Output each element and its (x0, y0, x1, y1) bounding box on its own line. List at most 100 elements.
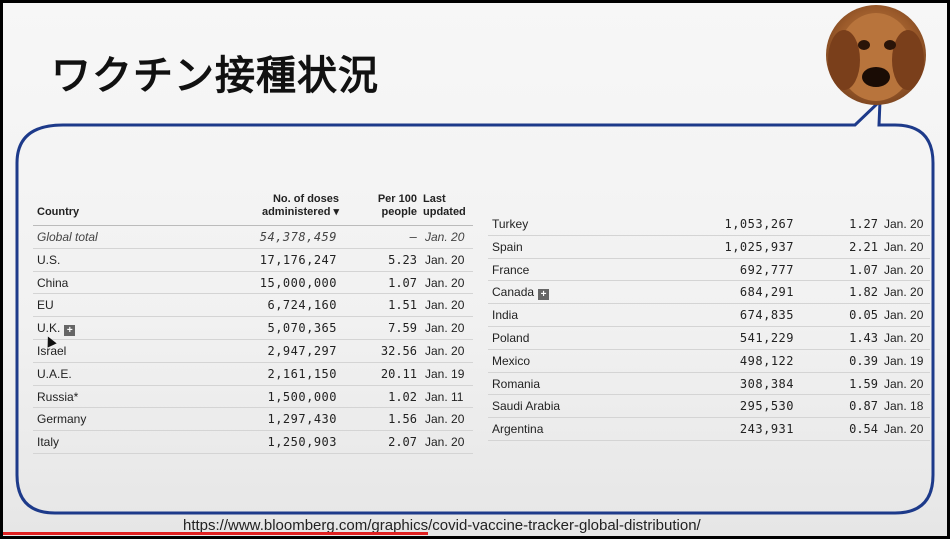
cell-per-100: 32.56 (380, 343, 417, 358)
cell-per-100: 2.21 (849, 239, 878, 254)
cell-last-updated: Jan. 20 (884, 217, 924, 231)
cell-doses: 17,176,247 (259, 252, 337, 267)
cell-country: Poland (492, 331, 529, 345)
cell-doses: 1,297,430 (267, 412, 337, 427)
video-progress-bar[interactable] (3, 532, 428, 535)
vaccine-table-right: Turkey 1,053,267 1.27 Jan. 20 Spain 1,025,937… (488, 213, 930, 441)
header-doses-line2: administered ▾ (261, 206, 339, 218)
cell-per-100: 1.59 (849, 376, 878, 391)
cell-country: U.A.E. (37, 367, 72, 381)
cell-last-updated: Jan. 11 (425, 389, 464, 404)
table-row: Turkey 1,053,267 1.27 Jan. 20 (488, 213, 930, 236)
table-body-left: Global total 54,378,459– Jan. 20 U.S. 17,176… (33, 226, 473, 454)
cell-country-text: Russia* (37, 389, 79, 404)
cell-country: U.S. (37, 253, 60, 267)
cell-doses: 1,500,000 (267, 389, 337, 404)
cell-doses: 674,835 (739, 308, 794, 323)
cell-per-100: 1.07 (388, 275, 417, 290)
table-row: China 15,000,000 1.07 Jan. 20 (33, 272, 473, 295)
cell-per-100: 1.51 (388, 298, 417, 313)
cell-doses: 2,161,150 (267, 366, 337, 381)
header-per-line1: Per 100 (377, 193, 417, 205)
header-per-line2: people (381, 206, 417, 218)
cell-per-100: 2.07 (388, 435, 417, 450)
cell-per-100: 20.11 (380, 366, 417, 381)
cell-last-updated: Jan. 20 (425, 321, 465, 336)
header-per-100[interactable]: Per 100 people (378, 193, 417, 219)
header-last-updated[interactable]: Last updated (423, 193, 473, 219)
cell-country: China (37, 276, 68, 290)
cell-country: Romania (492, 377, 540, 391)
cell-last-updated: Jan. 20 (425, 230, 465, 244)
cell-per-100: 0.87 (849, 399, 878, 414)
cell-last-updated: Jan. 20 (884, 376, 924, 391)
cell-country-text: Argentina (492, 422, 544, 437)
cell-country-text: Poland (492, 330, 530, 345)
header-last-line2: updated (423, 206, 466, 218)
cell-last-updated: Jan. 20 (884, 422, 924, 437)
cell-doses: 15,000,000 (259, 275, 337, 290)
cell-doses: 5,070,365 (267, 321, 337, 336)
header-country[interactable]: Country (37, 206, 79, 219)
slide: ワクチン接種状況 Country No. of doses administer… (3, 3, 947, 536)
table-row: Spain 1,025,937 2.21 Jan. 20 (488, 236, 930, 259)
cell-country-text: Israel (37, 343, 67, 358)
cell-per-100: – (409, 230, 417, 244)
cell-doses: 1,053,267 (724, 217, 794, 231)
table-row: Global total 54,378,459 – Jan. 20 (33, 226, 473, 249)
cell-per-100: 7.59 (388, 321, 417, 336)
table-row: Argentina 243,931 0.54 Jan. 20 (488, 418, 930, 441)
expand-plus-icon[interactable]: + (538, 289, 550, 301)
cell-per-100: 1.27 (849, 217, 878, 231)
cell-country-text: France (492, 262, 530, 277)
table-row: Poland 541,229 1.43 Jan. 20 (488, 327, 930, 350)
table-row: Russia* 1,500,000 1.02 Jan. 11 (33, 386, 473, 409)
table-header: Country No. of doses administered ▾ Per … (33, 173, 473, 226)
cell-doses: 541,229 (739, 330, 794, 345)
header-last-line1: Last (423, 193, 446, 205)
table-row: U.K. +5,070,365 7.59 Jan. 20 (33, 317, 473, 340)
cell-country: Canada + (492, 285, 550, 301)
cell-last-updated: Jan. 20 (425, 435, 465, 450)
cell-last-updated: Jan. 18 (884, 399, 924, 414)
cell-country-text: Italy (37, 435, 60, 450)
header-doses[interactable]: No. of doses administered ▾ (262, 193, 339, 219)
cell-per-100: 0.39 (849, 353, 878, 368)
cell-country: Russia* (37, 390, 78, 404)
table-row: Israel 2,947,297 32.56 Jan. 20 (33, 340, 473, 363)
dog-avatar-icon (826, 5, 926, 105)
cell-last-updated: Jan. 20 (425, 298, 465, 313)
cell-country-text: China (37, 275, 69, 290)
cell-last-updated: Jan. 19 (884, 353, 924, 368)
cell-country: Argentina (492, 422, 543, 436)
cell-country-text: Turkey (492, 217, 529, 231)
table-row: EU 6,724,160 1.51 Jan. 20 (33, 294, 473, 318)
cell-doses: 498,122 (739, 353, 794, 368)
cell-country-text: Mexico (492, 353, 531, 368)
cell-per-100: 5.23 (388, 252, 417, 267)
cell-per-100: 0.05 (849, 308, 878, 323)
table-row: Germany 1,297,430 1.56 Jan. 20 (33, 408, 473, 432)
cell-last-updated: Jan. 20 (425, 343, 465, 358)
cell-per-100: 1.43 (849, 330, 878, 345)
table-row: Romania 308,384 1.59 Jan. 20 (488, 373, 930, 396)
cell-country-text: U.K. (37, 321, 61, 336)
cell-country: Turkey (492, 217, 528, 231)
cell-last-updated: Jan. 20 (884, 239, 924, 254)
cell-last-updated: Jan. 20 (425, 275, 465, 290)
expand-plus-icon[interactable]: + (64, 325, 76, 337)
table-row: Canada +684,291 1.82 Jan. 20 (488, 281, 930, 305)
cell-last-updated: Jan. 20 (884, 262, 924, 277)
cell-country: Germany (37, 412, 86, 426)
cell-country: Spain (492, 240, 523, 254)
cell-country: EU (37, 298, 54, 312)
cell-doses: 243,931 (739, 422, 794, 437)
cell-country: Israel (37, 344, 66, 358)
vaccine-table-left: Country No. of doses administered ▾ Per … (33, 173, 473, 454)
cell-country: U.K. + (37, 321, 76, 337)
cell-doses: 1,025,937 (724, 239, 794, 254)
cell-country-text: India (492, 308, 519, 323)
cell-country: Saudi Arabia (492, 399, 560, 413)
cell-country-text: U.S. (37, 252, 61, 267)
cell-last-updated: Jan. 20 (425, 252, 465, 267)
